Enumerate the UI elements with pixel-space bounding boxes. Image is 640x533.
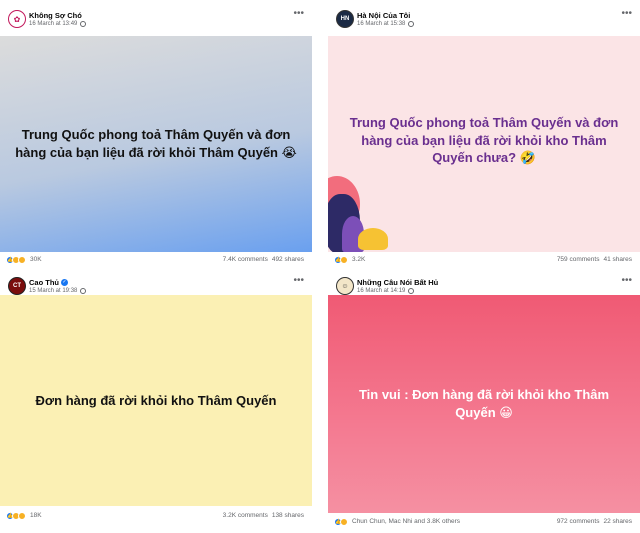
avatar[interactable]: HN [336,10,354,28]
reactions-summary[interactable]: 👍 Chun Chun, Mac Nhi and 3.8K others [334,517,461,526]
avatar[interactable]: CT [8,277,26,295]
author-name[interactable]: Cao Thủ ✓ [29,278,68,287]
reaction-count: Chun Chun, Mac Nhi and 3.8K others [352,518,461,525]
post-footer: 👍 18K 3.2K comments 138 shares [0,508,312,523]
comments-count[interactable]: 7.4K comments [223,256,268,263]
reactions-summary[interactable]: 👍 18K [6,511,42,520]
reactions-summary[interactable]: 👍 3.2K [334,255,366,264]
reactions-summary[interactable]: 👍 30K [6,255,42,264]
post-time[interactable]: 16 March at 14:19 [357,288,405,294]
shares-count[interactable]: 138 shares [272,512,304,519]
post-meta: 15 March at 19:38 [29,288,87,294]
reaction-count: 3.2K [352,256,366,263]
post-media[interactable]: Đơn hàng đã rời khỏi kho Thâm Quyến [0,295,312,506]
comments-count[interactable]: 3.2K comments [223,512,268,519]
post-footer: 👍 3.2K 759 comments 41 shares [328,252,640,267]
post-card: HN Hà Nội Của Tôi 16 March at 15:38 ••• … [328,0,640,267]
shares-count[interactable]: 492 shares [272,256,304,263]
avatar[interactable]: ✿ [8,10,26,28]
avatar[interactable]: ☺ [336,277,354,295]
post-card: ✿ Không Sợ Chó 16 March at 13:49 ••• Tru… [0,0,312,267]
more-options-icon[interactable]: ••• [293,9,304,19]
reaction-count: 18K [30,512,42,519]
globe-icon [408,21,415,27]
post-text: Tin vui : Đơn hàng đã rời khỏi kho Thâm … [358,387,610,420]
author-name[interactable]: Những Câu Nói Bất Hủ [357,278,438,287]
author-name-text: Cao Thủ [29,278,59,287]
decorative-face-shape [358,228,388,250]
comments-count[interactable]: 759 comments [557,256,600,263]
post-media[interactable]: Trung Quốc phong toả Thâm Quyến và đơn h… [0,36,312,252]
post-card: CT Cao Thủ ✓ 15 March at 19:38 ••• Đơn h… [0,267,312,523]
sad-icon [18,511,26,520]
post-footer: 👍 Chun Chun, Mac Nhi and 3.8K others 972… [328,514,640,529]
globe-icon [80,21,87,27]
shares-count[interactable]: 41 shares [603,256,632,263]
author-name[interactable]: Hà Nội Của Tôi [357,11,410,20]
post-meta: 16 March at 15:38 [357,21,415,27]
post-footer: 👍 30K 7.4K comments 492 shares [0,252,312,267]
post-media[interactable]: Tin vui : Đơn hàng đã rời khỏi kho Thâm … [328,295,640,513]
more-options-icon[interactable]: ••• [293,276,304,286]
post-text: Đơn hàng đã rời khỏi kho Thâm Quyến [35,392,277,408]
post-media[interactable]: Trung Quốc phong toả Thâm Quyến và đơn h… [328,36,640,252]
post-time[interactable]: 16 March at 15:38 [357,21,405,27]
globe-icon [80,288,87,294]
post-time[interactable]: 15 March at 19:38 [29,288,77,294]
haha-icon [340,255,348,264]
post-text: Trung Quốc phong toả Thâm Quyến và đơn h… [349,115,619,166]
post-header: HN Hà Nội Của Tôi 16 March at 15:38 ••• [328,0,640,32]
haha-icon [340,517,348,526]
verified-badge-icon: ✓ [61,279,68,286]
reaction-count: 30K [30,256,42,263]
sad-icon [18,255,26,264]
post-header: ✿ Không Sợ Chó 16 March at 13:49 ••• [0,0,312,32]
post-meta: 16 March at 13:49 [29,21,87,27]
author-name[interactable]: Không Sợ Chó [29,11,82,20]
shares-count[interactable]: 22 shares [603,518,632,525]
globe-icon [408,288,415,294]
more-options-icon[interactable]: ••• [621,9,632,19]
post-text: Trung Quốc phong toả Thâm Quyến và đơn h… [15,127,297,160]
comments-count[interactable]: 972 comments [557,518,600,525]
more-options-icon[interactable]: ••• [621,276,632,286]
post-card: ☺ Những Câu Nói Bất Hủ 16 March at 14:19… [328,267,640,529]
post-meta: 16 March at 14:19 [357,288,415,294]
post-time[interactable]: 16 March at 13:49 [29,21,77,27]
